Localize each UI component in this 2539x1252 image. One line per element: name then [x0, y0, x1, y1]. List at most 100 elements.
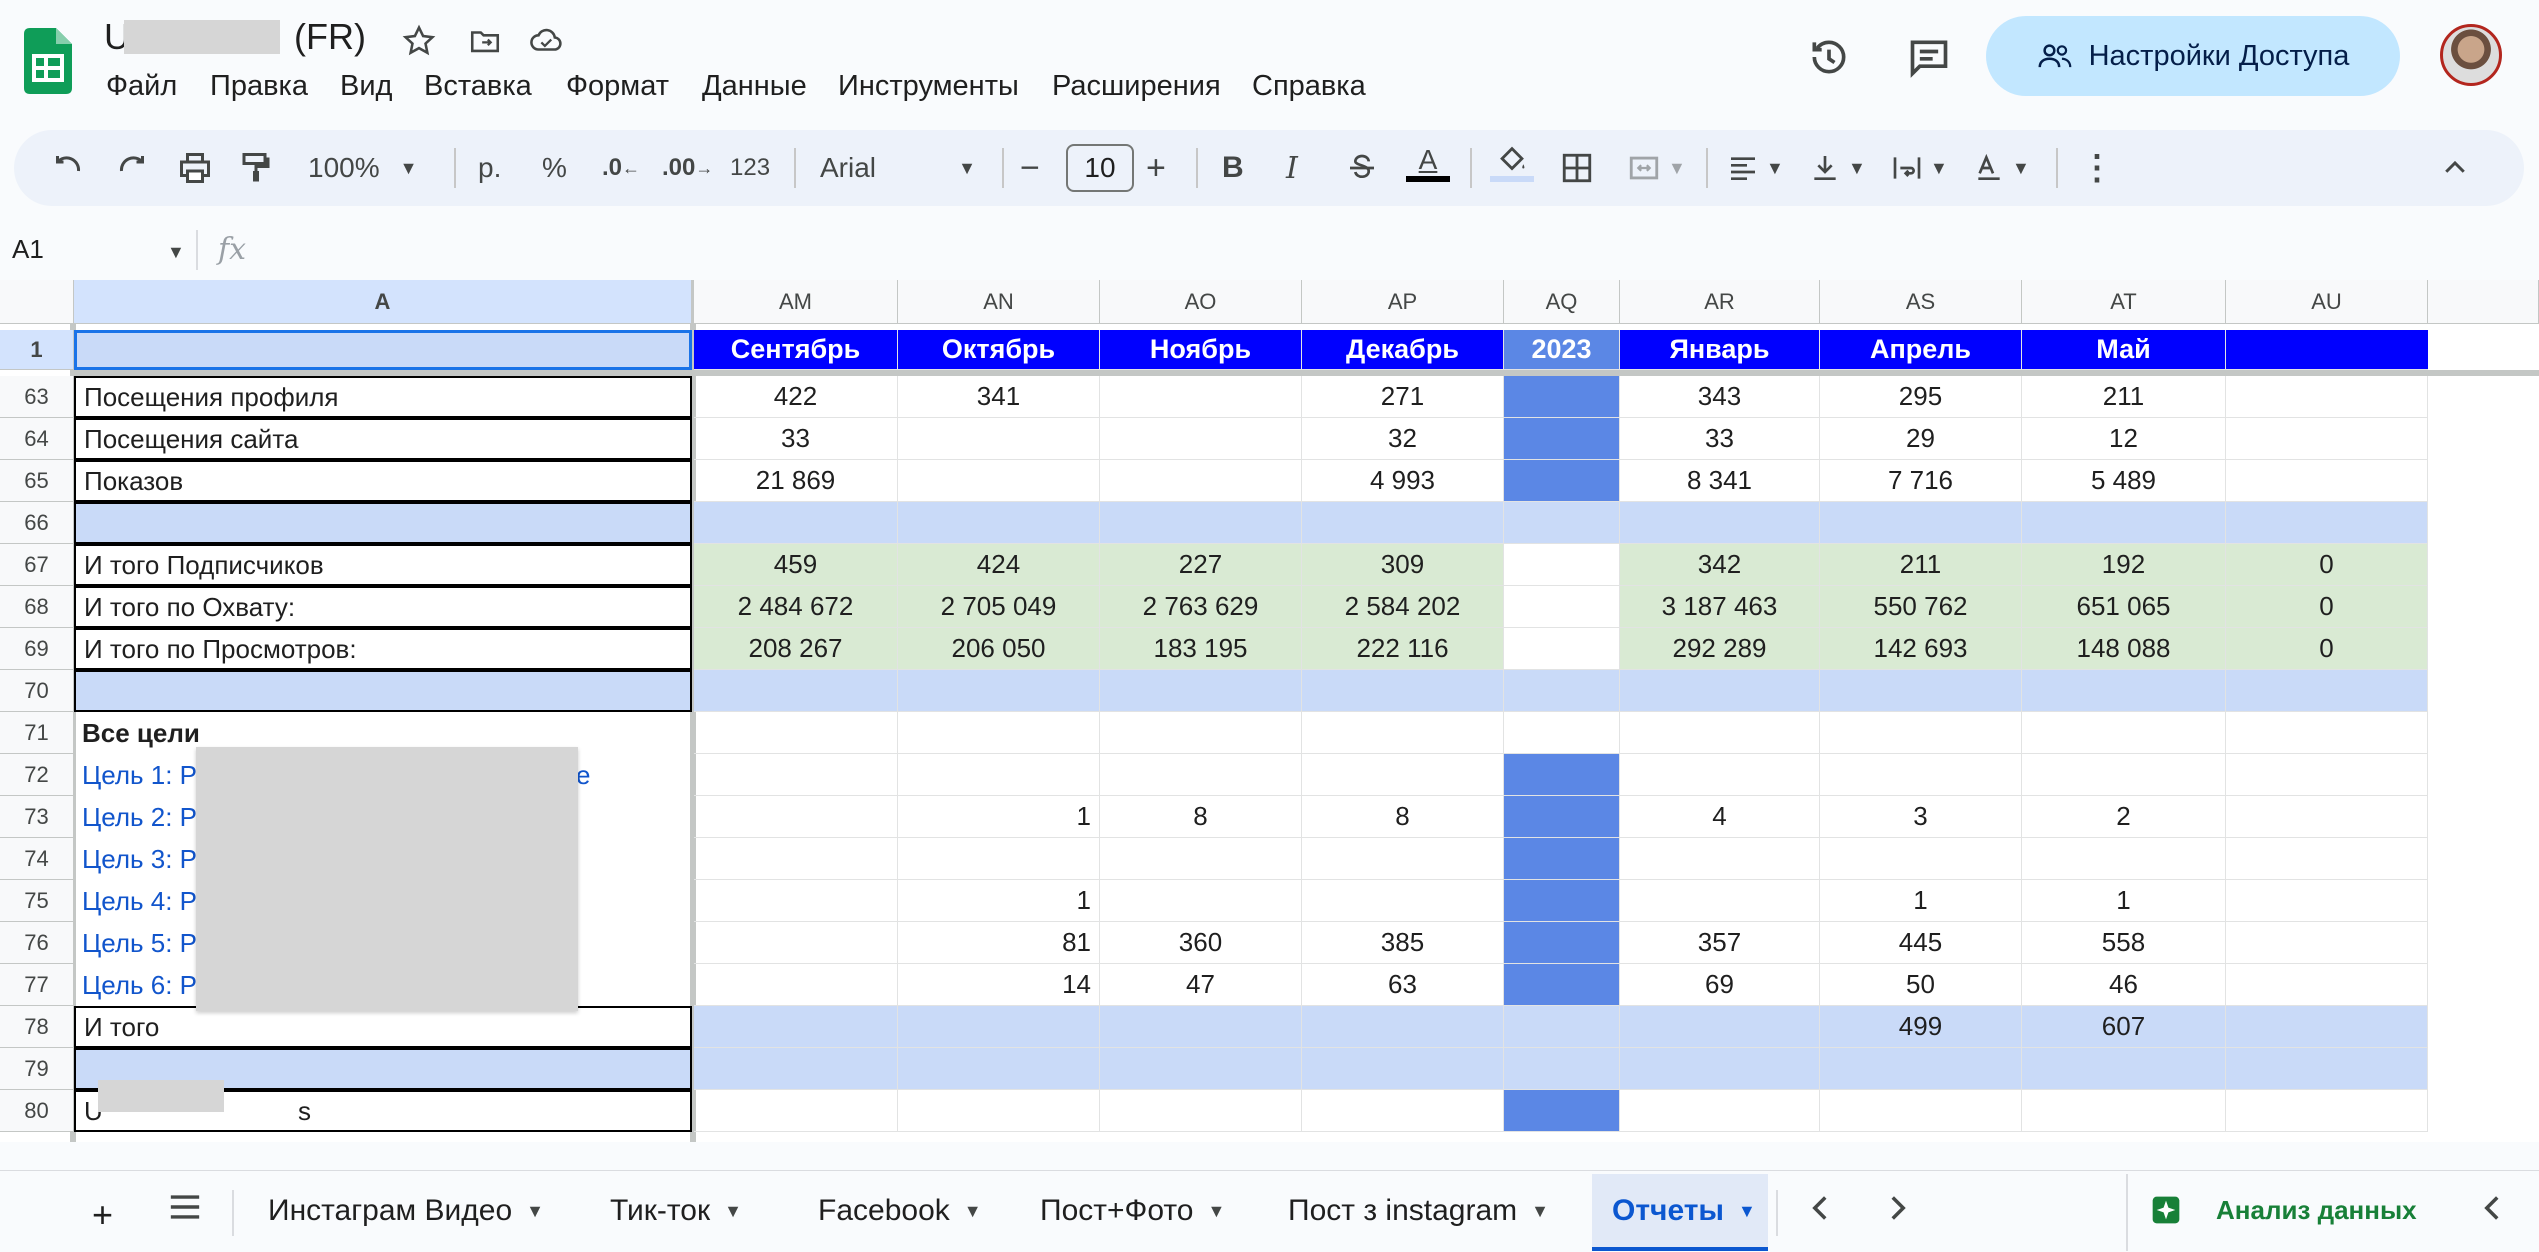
name-box[interactable]: A1 ▼: [12, 234, 185, 265]
undo-icon[interactable]: [50, 146, 86, 190]
text-wrap-icon[interactable]: ▼: [1890, 146, 1948, 190]
column-header-a[interactable]: A: [74, 280, 692, 324]
cell-au71[interactable]: [2226, 712, 2428, 754]
cell-an1[interactable]: Октябрь: [898, 330, 1100, 370]
cell-an74[interactable]: [898, 838, 1100, 880]
cell-ar74[interactable]: [1620, 838, 1820, 880]
cell-ap70[interactable]: [1302, 670, 1504, 712]
cell-am72[interactable]: [694, 754, 898, 796]
cell-aq69[interactable]: [1504, 628, 1620, 670]
cell-am71[interactable]: [694, 712, 898, 754]
cell-a67[interactable]: И того Подписчиков: [74, 544, 692, 586]
collapse-toolbar-icon[interactable]: [2440, 146, 2470, 190]
cell-aq70[interactable]: [1504, 670, 1620, 712]
row-header-73[interactable]: 73: [0, 796, 74, 838]
tab-reports[interactable]: Отчеты ▼: [1612, 1194, 1756, 1228]
column-header-au[interactable]: AU: [2226, 280, 2428, 324]
cell-ar80[interactable]: [1620, 1090, 1820, 1132]
cell-a63[interactable]: Посещения профиля: [74, 376, 692, 418]
cell-am70[interactable]: [694, 670, 898, 712]
cell-at79[interactable]: [2022, 1048, 2226, 1090]
cell-as65[interactable]: 7 716: [1820, 460, 2022, 502]
cell-at66[interactable]: [2022, 502, 2226, 544]
cell-ao66[interactable]: [1100, 502, 1302, 544]
font-size-input[interactable]: 10: [1066, 144, 1134, 192]
cell-am73[interactable]: [694, 796, 898, 838]
cell-aq64[interactable]: [1504, 418, 1620, 460]
cell-am64[interactable]: 33: [694, 418, 898, 460]
cell-ao72[interactable]: [1100, 754, 1302, 796]
cell-a1[interactable]: [74, 330, 692, 370]
cell-an64[interactable]: [898, 418, 1100, 460]
cell-ao73[interactable]: 8: [1100, 796, 1302, 838]
row-header-66[interactable]: 66: [0, 502, 74, 544]
cell-at80[interactable]: [2022, 1090, 2226, 1132]
cell-at75[interactable]: 1: [2022, 880, 2226, 922]
borders-icon[interactable]: [1560, 146, 1594, 190]
cell-as63[interactable]: 295: [1820, 376, 2022, 418]
cell-ar77[interactable]: 69: [1620, 964, 1820, 1006]
spreadsheet-grid[interactable]: A AM AN AO AP AQ AR AS AT AU 1 Сентябрь Октябрь Ноябр…: [0, 280, 2539, 1142]
cell-ap64[interactable]: 32: [1302, 418, 1504, 460]
cell-aq77[interactable]: [1504, 964, 1620, 1006]
cell-ao1[interactable]: Ноябрь: [1100, 330, 1302, 370]
cell-ap71[interactable]: [1302, 712, 1504, 754]
cell-ap75[interactable]: [1302, 880, 1504, 922]
cell-an76[interactable]: 81: [898, 922, 1100, 964]
tab-instagram-video[interactable]: Инстаграм Видео ▼: [268, 1194, 544, 1228]
cell-ar78[interactable]: [1620, 1006, 1820, 1048]
cell-an71[interactable]: [898, 712, 1100, 754]
cell-ap68[interactable]: 2 584 202: [1302, 586, 1504, 628]
cell-a68[interactable]: И того по Охвату:: [74, 586, 692, 628]
cell-as1[interactable]: Апрель: [1820, 330, 2022, 370]
cell-as80[interactable]: [1820, 1090, 2022, 1132]
cell-ar72[interactable]: [1620, 754, 1820, 796]
sheets-logo-icon[interactable]: [24, 28, 72, 94]
row-header-71[interactable]: 71: [0, 712, 74, 754]
cell-ao64[interactable]: [1100, 418, 1302, 460]
cell-ao77[interactable]: 47: [1100, 964, 1302, 1006]
cell-a69[interactable]: И того по Просмотров:: [74, 628, 692, 670]
cell-ao71[interactable]: [1100, 712, 1302, 754]
cell-au63[interactable]: [2226, 376, 2428, 418]
text-rotation-icon[interactable]: ▼: [1972, 146, 2030, 190]
cell-a66[interactable]: [74, 502, 692, 544]
menu-format[interactable]: Формат: [566, 70, 669, 103]
cell-ap69[interactable]: 222 116: [1302, 628, 1504, 670]
cell-aq1[interactable]: 2023: [1504, 330, 1620, 370]
decrease-decimal-button[interactable]: .0 ←: [602, 146, 640, 190]
column-header-ao[interactable]: AO: [1100, 280, 1302, 324]
print-icon[interactable]: [176, 146, 214, 190]
cell-at73[interactable]: 2: [2022, 796, 2226, 838]
cell-as70[interactable]: [1820, 670, 2022, 712]
cell-at74[interactable]: [2022, 838, 2226, 880]
cell-ar69[interactable]: 292 289: [1620, 628, 1820, 670]
cell-as68[interactable]: 550 762: [1820, 586, 2022, 628]
row-header-67[interactable]: 67: [0, 544, 74, 586]
row-header-80[interactable]: 80: [0, 1090, 74, 1132]
column-header-ar[interactable]: AR: [1620, 280, 1820, 324]
zoom-select[interactable]: 100% ▼: [308, 146, 417, 190]
cell-an67[interactable]: 424: [898, 544, 1100, 586]
cell-au1[interactable]: [2226, 330, 2428, 370]
cell-at78[interactable]: 607: [2022, 1006, 2226, 1048]
select-all-corner[interactable]: [0, 280, 74, 324]
cell-aq63[interactable]: [1504, 376, 1620, 418]
row-header-70[interactable]: 70: [0, 670, 74, 712]
cell-ar76[interactable]: 357: [1620, 922, 1820, 964]
cell-as74[interactable]: [1820, 838, 2022, 880]
column-header-as[interactable]: AS: [1820, 280, 2022, 324]
menu-data[interactable]: Данные: [702, 70, 807, 103]
cell-as66[interactable]: [1820, 502, 2022, 544]
cell-ao74[interactable]: [1100, 838, 1302, 880]
cell-au65[interactable]: [2226, 460, 2428, 502]
cell-at63[interactable]: 211: [2022, 376, 2226, 418]
cell-aq79[interactable]: [1504, 1048, 1620, 1090]
version-history-icon[interactable]: [1806, 34, 1852, 80]
percent-format-button[interactable]: %: [542, 146, 567, 190]
cell-an66[interactable]: [898, 502, 1100, 544]
cell-an69[interactable]: 206 050: [898, 628, 1100, 670]
cell-aq76[interactable]: [1504, 922, 1620, 964]
cell-ar73[interactable]: 4: [1620, 796, 1820, 838]
cell-ao76[interactable]: 360: [1100, 922, 1302, 964]
